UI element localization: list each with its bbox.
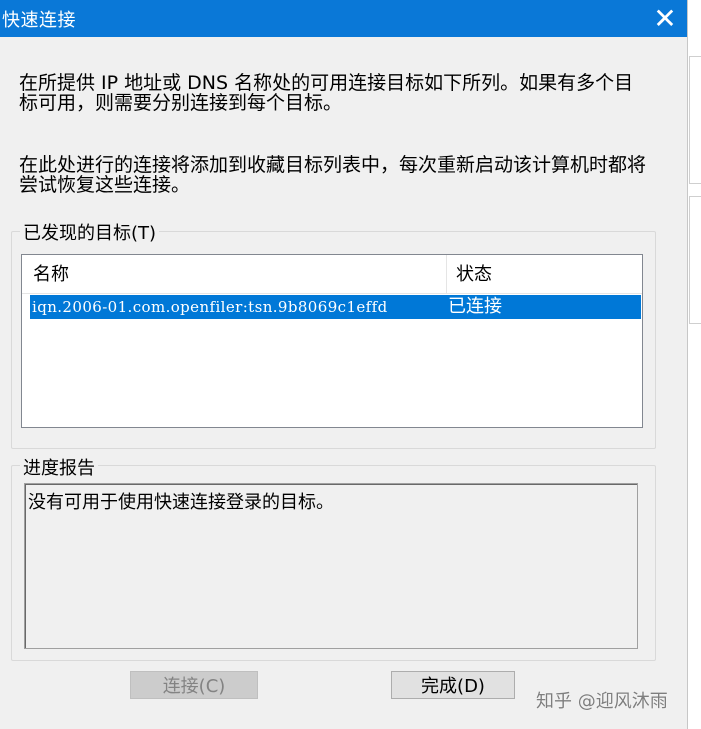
title-bar: 快速连接 ✕ (0, 0, 687, 37)
column-header-status[interactable]: 状态 (456, 255, 492, 293)
quick-connect-dialog: 快速连接 ✕ 在所提供 IP 地址或 DNS 名称处的可用连接目标如下所列。如果… (0, 0, 687, 729)
progress-group-label: 进度报告 (20, 454, 98, 480)
background-window-edge (689, 56, 701, 184)
background-window-edge (689, 196, 701, 324)
progress-report-text: 没有可用于使用快速连接登录的目标。 (28, 492, 334, 513)
list-header: 名称 状态 (22, 255, 642, 294)
description-line: 尝试恢复这些连接。 (19, 174, 191, 196)
progress-report-box: 没有可用于使用快速连接登录的目标。 (24, 483, 638, 649)
target-name: iqn.2006-01.com.openfiler:tsn.9b8069c1ef… (32, 298, 388, 316)
target-status: 已连接 (448, 296, 502, 317)
description-line: 在所提供 IP 地址或 DNS 名称处的可用连接目标如下所列。如果有多个目 (19, 72, 634, 94)
targets-list[interactable]: 名称 状态 iqn.2006-01.com.openfiler:tsn.9b80… (21, 254, 643, 428)
description-line: 在此处进行的连接将添加到收藏目标列表中，每次重新启动该计算机时都将 (19, 154, 647, 176)
targets-group-label: 已发现的目标(T) (20, 219, 160, 245)
column-separator[interactable] (446, 255, 447, 293)
close-icon[interactable]: ✕ (643, 0, 687, 37)
watermark-text: 知乎 @迎风沐雨 (536, 691, 668, 712)
table-row[interactable]: iqn.2006-01.com.openfiler:tsn.9b8069c1ef… (30, 295, 641, 319)
connect-button[interactable]: 连接(C) (130, 671, 258, 699)
done-button[interactable]: 完成(D) (391, 671, 515, 699)
column-header-name[interactable]: 名称 (33, 255, 69, 293)
window-title: 快速连接 (2, 10, 76, 31)
description-line: 标可用，则需要分别连接到每个目标。 (19, 92, 343, 114)
